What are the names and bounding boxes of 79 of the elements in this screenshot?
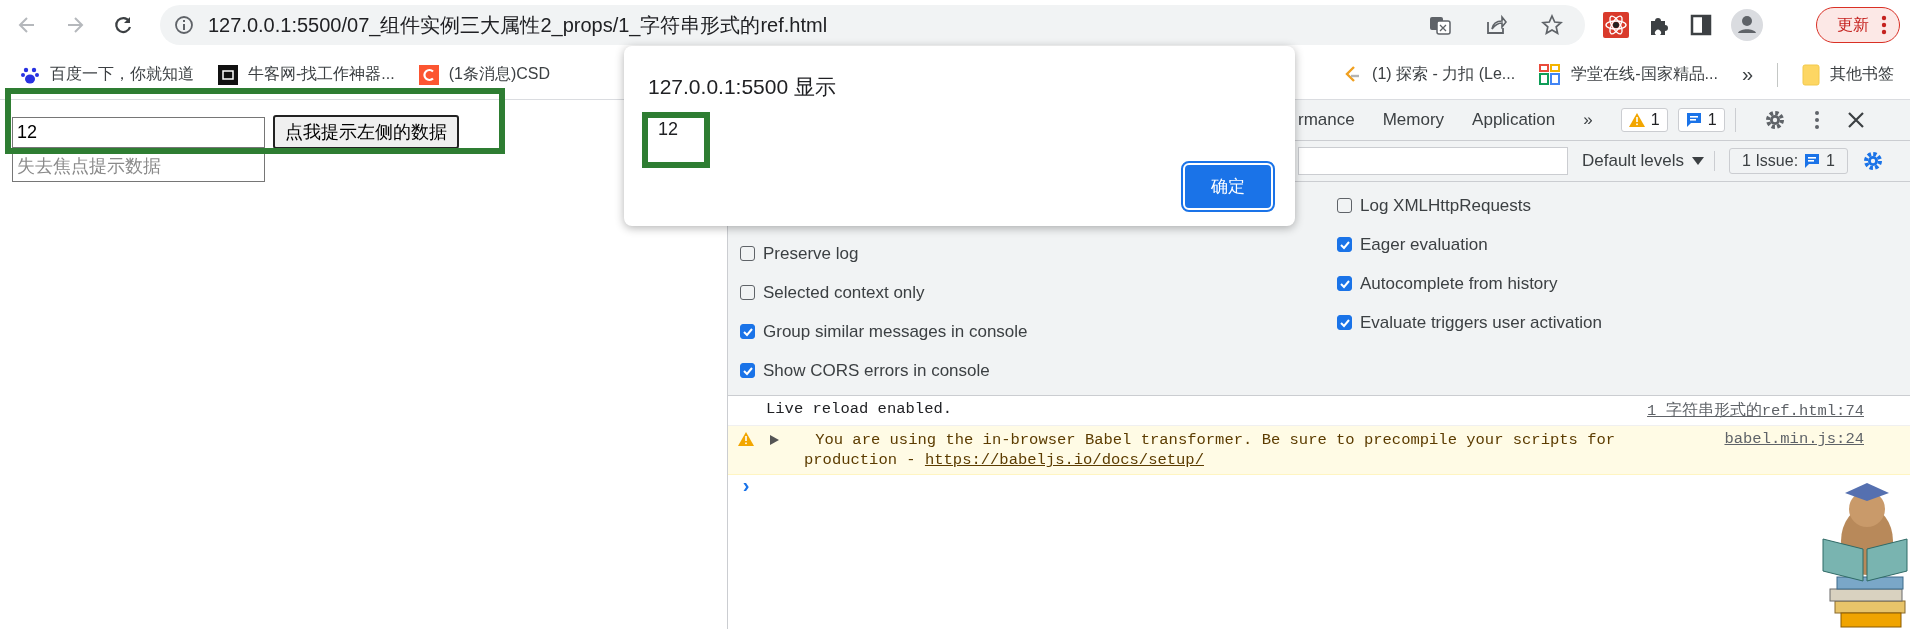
folder-icon [1802, 63, 1820, 86]
grid-icon [1539, 63, 1562, 86]
text-input[interactable]: 12 [12, 116, 265, 148]
devtools-tab[interactable]: Application [1472, 110, 1556, 130]
translate-icon[interactable] [1429, 14, 1451, 36]
message-icon [1685, 112, 1702, 128]
show-data-button[interactable]: 点我提示左侧的数据 [273, 115, 459, 149]
issues-button[interactable]: 1 Issue: 1 [1729, 148, 1848, 174]
setting-label: Eager evaluation [1360, 234, 1488, 255]
issues-count: 1 [1826, 152, 1835, 170]
bookmark-item[interactable]: (1) 探索 - 力扣 (Le... [1342, 64, 1516, 85]
checkbox[interactable] [740, 246, 755, 261]
info-icon[interactable] [174, 15, 194, 35]
setting-label: Selected context only [763, 282, 925, 303]
dialog-title: 127.0.0.1:5500 显示 [648, 74, 837, 100]
more-bookmarks-button[interactable]: » [1741, 63, 1753, 86]
bookmark-label: (1条消息)CSD [448, 64, 550, 84]
levels-dropdown[interactable]: Default levels [1582, 151, 1716, 171]
more-tabs-button[interactable]: » [1583, 110, 1593, 130]
highlight-frame [642, 112, 710, 168]
close-icon[interactable] [1847, 112, 1864, 128]
bookmark-label: 百度一下，你就知道 [50, 64, 194, 84]
log-message: Live reload enabled. [766, 400, 954, 418]
checkbox[interactable] [1337, 276, 1352, 291]
checkbox[interactable] [1337, 315, 1352, 330]
checkbox[interactable] [740, 363, 755, 378]
reload-icon[interactable] [112, 14, 134, 36]
setting-label: Group similar messages in console [763, 321, 1028, 342]
warning-message: You are using the in-browser Babel transformer. Be sure to precompile your scripts for production - https://babeljs.io/docs/setup/ [804, 430, 1617, 471]
bookmark-label: 其他书签 [1830, 64, 1894, 84]
bookmark-label: 牛客网-找工作神器... [248, 64, 395, 84]
filter-field[interactable] [1298, 147, 1568, 175]
bookmark-label: (1) 探索 - 力扣 (Le... [1372, 64, 1516, 84]
setting-label: Log XMLHttpRequests [1360, 195, 1532, 216]
checkbox[interactable] [1337, 237, 1352, 252]
bookmark-item[interactable]: 百度一下，你就知道 [20, 64, 194, 85]
tile-icon [218, 64, 238, 85]
url-text: 127.0.0.1:5500/07_组件实例三大属性2_props/1_字符串形式的ref.html [208, 12, 828, 39]
checkbox[interactable] [740, 324, 755, 339]
expand-icon[interactable] [770, 435, 779, 445]
extension-icon[interactable] [1603, 12, 1629, 38]
source-link[interactable]: 1_字符串形式的ref.html:74 [1647, 400, 1864, 421]
checkbox[interactable] [740, 285, 755, 300]
dialog-message: 12 [658, 119, 679, 141]
settings-icon[interactable] [1862, 150, 1884, 172]
console-prompt[interactable]: › [728, 475, 752, 499]
setting-label: Evaluate triggers user activation [1360, 312, 1602, 333]
update-button[interactable]: 更新 [1816, 7, 1900, 43]
checkbox[interactable] [1337, 198, 1352, 213]
warning-icon [1628, 113, 1645, 127]
other-bookmarks-folder[interactable]: 其他书签 [1802, 63, 1894, 86]
tile-icon [418, 64, 439, 85]
issues-label: 1 Issue: [1742, 152, 1799, 170]
docs-link[interactable]: https://babeljs.io/docs/setup/ [924, 451, 1204, 470]
message-count: 1 [1707, 111, 1717, 129]
warning-counter[interactable]: 1 [1620, 108, 1668, 132]
warning-icon [738, 432, 754, 446]
setting-label: Preserve log [763, 243, 859, 264]
address-bar[interactable]: 127.0.0.1:5500/07_组件实例三大属性2_props/1_字符串形式的ref.html [160, 5, 1585, 45]
setting-label: Autocomplete from history [1360, 273, 1558, 294]
avatar-icon[interactable] [1731, 9, 1763, 41]
devtools-tab[interactable]: Memory [1382, 110, 1445, 130]
share-icon[interactable] [1485, 14, 1507, 36]
bookmark-item[interactable]: 牛客网-找工作神器... [218, 64, 395, 85]
setting-label: Show CORS errors in console [763, 360, 990, 381]
kebab-icon[interactable] [1813, 110, 1820, 130]
devtools-tab[interactable]: rmance [1298, 110, 1355, 130]
warning-count: 1 [1650, 111, 1660, 129]
dropdown-icon [1692, 156, 1705, 166]
side-panel-icon[interactable] [1689, 13, 1713, 37]
source-link[interactable]: babel.min.js:24 [1724, 430, 1864, 448]
bookmark-item[interactable]: (1条消息)CSD [418, 64, 550, 85]
settings-icon[interactable] [1763, 109, 1786, 131]
message-icon [1804, 153, 1821, 169]
kebab-icon [1881, 15, 1887, 35]
bookmark-label: 学堂在线-国家精品... [1571, 64, 1718, 84]
bookmark-item[interactable]: 学堂在线-国家精品... [1539, 63, 1718, 86]
message-counter[interactable]: 1 [1677, 108, 1725, 132]
star-icon[interactable] [1541, 14, 1563, 36]
